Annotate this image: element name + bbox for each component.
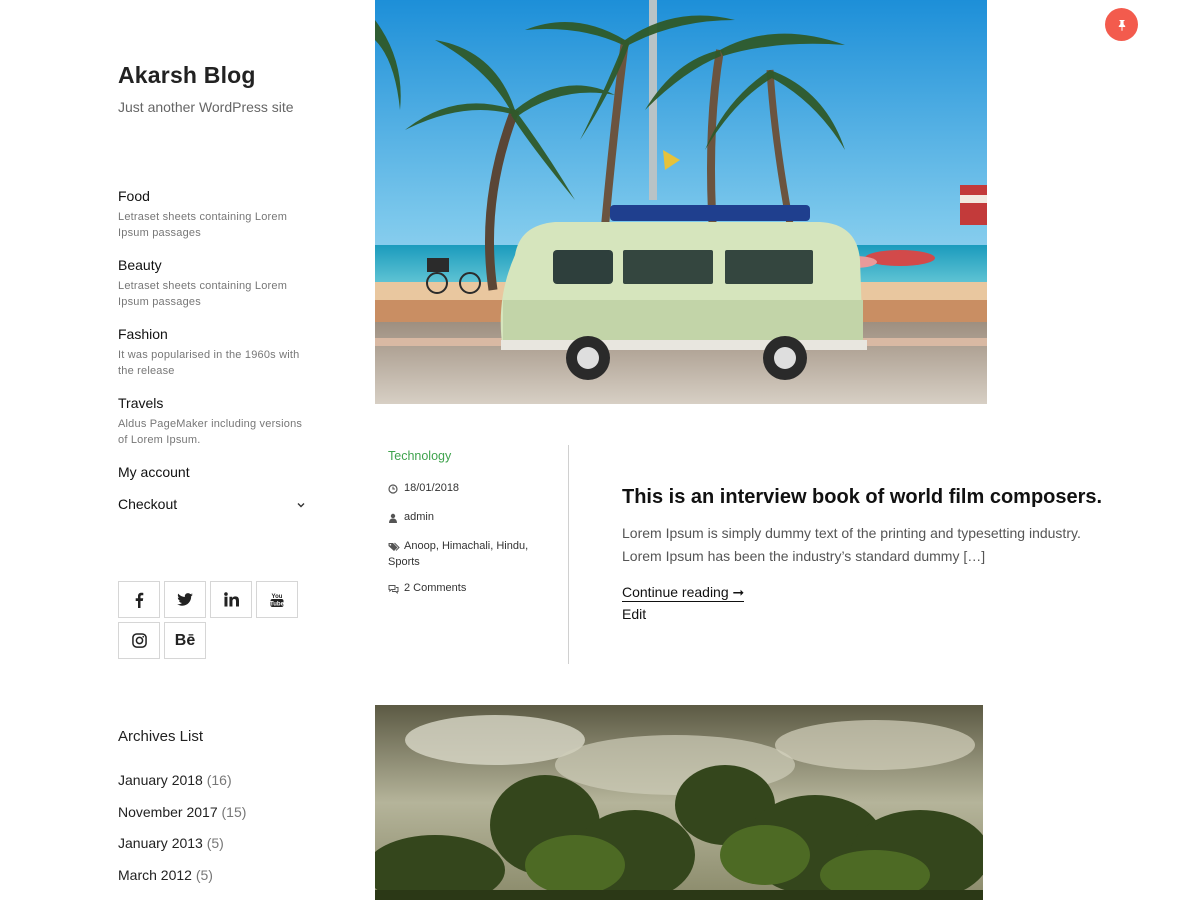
comments-icon <box>388 585 399 594</box>
archive-link[interactable]: November 2017 <box>118 804 218 820</box>
linkedin-icon <box>223 592 239 607</box>
menu-item-beauty[interactable]: Beauty Letraset sheets containing Lorem … <box>118 255 310 310</box>
menu-item-travels[interactable]: Travels Aldus PageMaker including versio… <box>118 393 310 448</box>
menu-item-label: Food <box>118 188 150 204</box>
site-title[interactable]: Akarsh Blog <box>118 62 256 89</box>
list-item[interactable]: November 2017 (15) <box>118 803 246 835</box>
list-item[interactable]: January 2013 (5) <box>118 834 246 866</box>
clock-icon <box>388 484 398 494</box>
twitter-icon <box>177 593 193 606</box>
svg-text:Tube: Tube <box>270 601 284 607</box>
menu-item-description: Aldus PageMaker including versions of Lo… <box>118 418 303 446</box>
arrow-right-icon: ➞ <box>732 584 745 600</box>
menu-item-my-account[interactable]: My account <box>118 462 310 482</box>
facebook-button[interactable] <box>118 581 160 618</box>
youtube-button[interactable]: You Tube <box>256 581 298 618</box>
chevron-down-icon[interactable] <box>296 500 306 510</box>
behance-button[interactable]: Bē <box>164 622 206 659</box>
tag-link[interactable]: Sports <box>388 554 528 570</box>
menu-item-description: Letraset sheets containing Lorem Ipsum p… <box>118 280 288 308</box>
sticky-pin-button[interactable] <box>1105 8 1138 41</box>
post-author-row: admin <box>388 509 558 528</box>
post-meta: Technology 18/01/2018 admin Anoop, Himac… <box>388 449 558 609</box>
menu-item-description: Letraset sheets containing Lorem Ipsum p… <box>118 211 288 239</box>
archive-count: (5) <box>206 835 224 851</box>
user-icon <box>389 513 397 523</box>
list-item[interactable]: March 2012 (5) <box>118 866 246 898</box>
post-category-link[interactable]: Technology <box>388 449 558 463</box>
instagram-button[interactable] <box>118 622 160 659</box>
menu-item-fashion[interactable]: Fashion It was popularised in the 1960s … <box>118 324 310 379</box>
main-menu: Food Letraset sheets containing Lorem Ip… <box>118 186 310 526</box>
archive-count: (16) <box>206 772 232 788</box>
youtube-icon: You Tube <box>270 594 284 608</box>
menu-item-label: Fashion <box>118 326 168 342</box>
archive-link[interactable]: January 2018 <box>118 772 203 788</box>
post-date-row: 18/01/2018 <box>388 480 558 499</box>
continue-reading-label: Continue reading <box>622 584 729 600</box>
tag-link[interactable]: Himachali <box>442 540 490 552</box>
archive-count: (5) <box>195 866 213 883</box>
beach-van-image <box>375 0 987 404</box>
menu-item-label: My account <box>118 464 190 480</box>
post-featured-image[interactable] <box>375 705 983 900</box>
post-author[interactable]: admin <box>404 509 434 525</box>
twitter-button[interactable] <box>164 581 206 618</box>
list-item[interactable]: January 2018 (16) <box>118 771 246 803</box>
instagram-icon <box>131 633 147 648</box>
facebook-icon <box>135 592 144 608</box>
archive-link[interactable]: March 2012 <box>118 867 192 883</box>
post-tags-row: Anoop, Himachali, Hindu, Sports <box>388 538 558 570</box>
menu-item-label: Travels <box>118 395 164 411</box>
post-featured-image[interactable] <box>375 0 987 404</box>
archive-link[interactable]: January 2013 <box>118 835 203 851</box>
menu-item-checkout[interactable]: Checkout <box>118 494 310 514</box>
archive-count: (15) <box>221 803 247 820</box>
tag-link[interactable]: Hindu <box>496 540 525 552</box>
post-excerpt: Lorem Ipsum is simply dummy text of the … <box>622 525 1081 564</box>
menu-item-food[interactable]: Food Letraset sheets containing Lorem Ip… <box>118 186 310 241</box>
forest-image <box>375 705 983 900</box>
menu-item-label: Beauty <box>118 257 162 273</box>
continue-reading-link[interactable]: Continue reading ➞ <box>622 584 745 602</box>
social-links: You Tube Bē <box>118 581 308 659</box>
archives-list: January 2018 (16) November 2017 (15) Jan… <box>118 771 246 897</box>
post-comments-link[interactable]: 2 Comments <box>404 580 466 596</box>
linkedin-button[interactable] <box>210 581 252 618</box>
meta-divider <box>568 445 569 664</box>
site-tagline: Just another WordPress site <box>118 99 294 115</box>
menu-item-label: Checkout <box>118 496 178 512</box>
post-comments-row: 2 Comments <box>388 580 558 599</box>
post-date[interactable]: 18/01/2018 <box>404 480 459 496</box>
behance-icon: Bē <box>174 631 196 649</box>
tags-icon <box>388 542 400 551</box>
tag-link[interactable]: Anoop <box>404 540 436 552</box>
archives-title: Archives List <box>118 728 204 745</box>
edit-post-link[interactable]: Edit <box>622 606 646 622</box>
pin-icon <box>1118 19 1125 31</box>
post-title[interactable]: This is an interview book of world film … <box>622 486 1102 509</box>
post-tags: Anoop, Himachali, Hindu, Sports <box>388 540 529 568</box>
menu-item-description: It was popularised in the 1960s with the… <box>118 349 300 377</box>
